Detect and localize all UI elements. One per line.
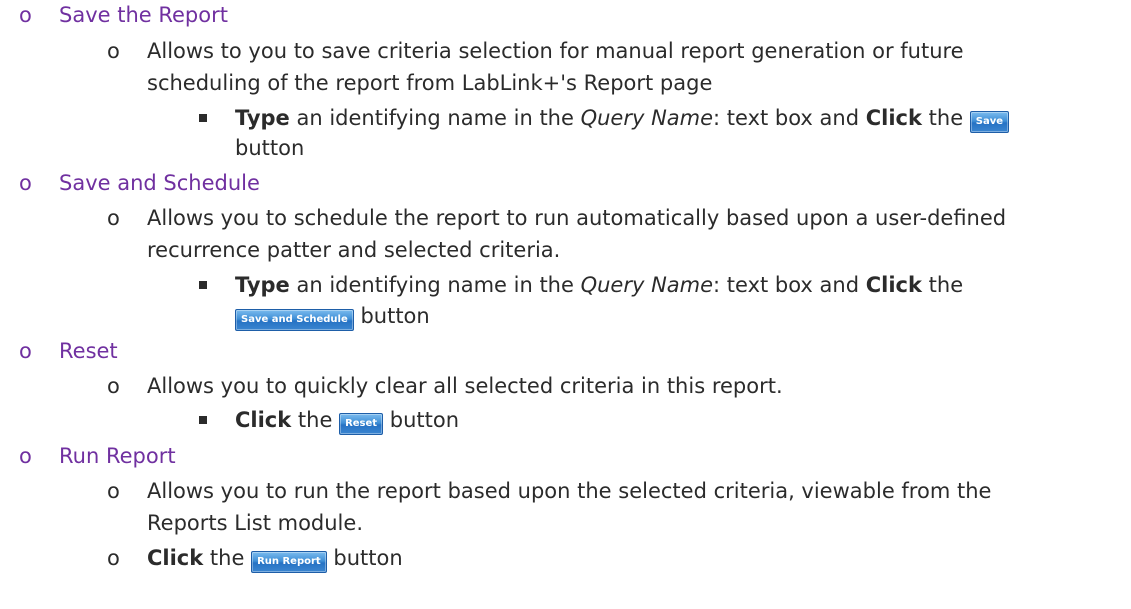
step-text-part: the <box>203 546 252 570</box>
step-text-part: button <box>353 304 430 328</box>
step-text: Type an identifying name in the Query Na… <box>235 102 1010 134</box>
query-name-label: Query Name <box>580 273 714 297</box>
step-bold: Click <box>147 546 204 570</box>
description-line: scheduling of the report from LabLink+'s… <box>147 71 713 95</box>
bullet-o: o <box>107 479 120 503</box>
bullet-o: o <box>107 374 120 398</box>
square-bullet <box>199 281 207 289</box>
bullet-o: o <box>19 339 32 363</box>
description-line: Allows you to schedule the report to run… <box>147 206 1007 230</box>
save-button[interactable]: Save <box>969 111 1010 133</box>
step-text: button <box>235 136 305 160</box>
step-text: Save and Schedule button <box>235 300 430 332</box>
step-text-part: : text box and <box>713 273 866 297</box>
bullet-o: o <box>19 3 32 27</box>
heading-run-report: Run Report <box>59 444 176 468</box>
step-text-part: an identifying name in the <box>289 106 581 130</box>
step-text-part: the <box>291 408 340 432</box>
step-bold: Type <box>235 106 290 130</box>
description-line: Allows to you to save criteria selection… <box>147 39 964 63</box>
square-bullet <box>199 416 207 424</box>
step-text: Type an identifying name in the Query Na… <box>235 269 963 301</box>
heading-save-the-report: Save the Report <box>59 3 228 27</box>
description-line: Allows you to quickly clear all selected… <box>147 374 783 398</box>
bullet-o: o <box>107 206 120 230</box>
step-text-part: : text box and <box>713 106 866 130</box>
description-line: recurrence patter and selected criteria. <box>147 238 561 262</box>
run-report-button[interactable]: Run Report <box>251 551 327 573</box>
step-text: Click the Reset button <box>235 404 459 436</box>
bullet-o: o <box>107 546 120 570</box>
step-bold: Click <box>865 273 922 297</box>
description-line: Allows you to run the report based upon … <box>147 479 992 503</box>
heading-save-and-schedule: Save and Schedule <box>59 171 260 195</box>
step-text: Click the Run Report button <box>147 542 403 574</box>
bullet-o: o <box>107 39 120 63</box>
step-text-part: an identifying name in the <box>289 273 581 297</box>
description-line: Reports List module. <box>147 511 363 535</box>
document-page: o Save the Report o Allows to you to sav… <box>0 0 1131 609</box>
step-bold: Click <box>235 408 292 432</box>
step-text-part: the <box>921 106 970 130</box>
reset-button[interactable]: Reset <box>339 413 384 435</box>
save-and-schedule-button[interactable]: Save and Schedule <box>235 309 354 331</box>
step-text-part: the <box>921 273 964 297</box>
bullet-o: o <box>19 444 32 468</box>
step-text-part: button <box>326 546 403 570</box>
query-name-label: Query Name <box>580 106 714 130</box>
square-bullet <box>199 114 207 122</box>
bullet-o: o <box>19 171 32 195</box>
step-bold: Click <box>865 106 922 130</box>
step-text-part: button <box>383 408 460 432</box>
step-bold: Type <box>235 273 290 297</box>
heading-reset: Reset <box>59 339 118 363</box>
